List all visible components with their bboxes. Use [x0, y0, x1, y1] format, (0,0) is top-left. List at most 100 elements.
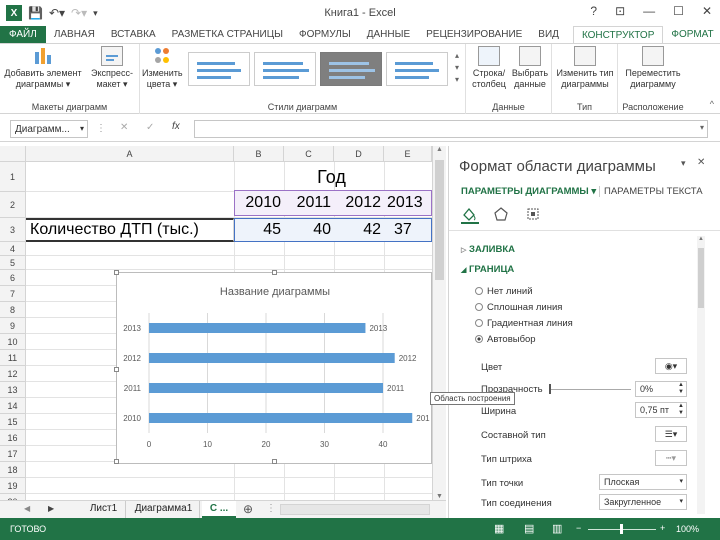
tab-review[interactable]: РЕЦЕНЗИРОВАНИЕ: [418, 26, 530, 43]
formula-input[interactable]: [194, 120, 708, 138]
row-label-cell[interactable]: Количество ДТП (тыс.): [26, 218, 234, 242]
tab-formulas[interactable]: ФОРМУЛЫ: [291, 26, 359, 43]
row-header[interactable]: 10: [0, 334, 26, 350]
next-sheet-icon[interactable]: ▶: [48, 504, 54, 513]
value-cell[interactable]: 40: [284, 218, 334, 242]
bar[interactable]: [149, 383, 383, 393]
normal-view-icon[interactable]: ▦: [494, 522, 504, 535]
zoom-slider-thumb[interactable]: [620, 524, 623, 534]
sheet-tab-active[interactable]: С ...: [202, 501, 236, 518]
width-input[interactable]: 0,75 пт ▲ ▼: [635, 402, 687, 418]
row-header[interactable]: 1: [0, 162, 26, 192]
quick-layout-button[interactable]: Экспресс-макет ▾: [86, 46, 138, 90]
column-header-d[interactable]: D: [334, 146, 384, 162]
row-header[interactable]: 13: [0, 382, 26, 398]
pane-scrollbar[interactable]: ▲: [697, 236, 705, 514]
chart-style-1[interactable]: [188, 52, 250, 86]
resize-handle[interactable]: [114, 270, 119, 275]
row-header[interactable]: 8: [0, 302, 26, 318]
vertical-scrollbar[interactable]: ▲ ▼: [432, 146, 446, 500]
row-header[interactable]: 6: [0, 270, 26, 286]
sheet-tab-list1[interactable]: Лист1: [82, 501, 126, 518]
zoom-in-icon[interactable]: +: [660, 523, 665, 533]
row-header[interactable]: 12: [0, 366, 26, 382]
restore-button[interactable]: ☐: [673, 4, 684, 18]
radio-no-line[interactable]: Нет линий: [475, 286, 533, 297]
page-layout-view-icon[interactable]: ▤: [524, 522, 534, 535]
color-picker-button[interactable]: ◉▾: [655, 358, 687, 374]
cap-type-select[interactable]: Плоская ▾: [599, 474, 687, 490]
tab-format[interactable]: ФОРМАТ: [663, 26, 720, 43]
tab-file[interactable]: ФАЙЛ: [0, 26, 46, 43]
pane-options-icon[interactable]: ▾: [681, 158, 686, 169]
styles-scroll[interactable]: ▴ ▾ ▾: [452, 50, 462, 88]
row-header[interactable]: 17: [0, 446, 26, 462]
dash-type-button[interactable]: ┅▾: [655, 450, 687, 466]
tab-view[interactable]: ВИД: [530, 26, 567, 43]
tab-home[interactable]: ЛАВНАЯ: [46, 26, 103, 43]
pane-close-button[interactable]: ✕: [697, 157, 705, 168]
select-all-corner[interactable]: [0, 146, 26, 162]
column-header-a[interactable]: A: [26, 146, 234, 162]
tab-page-layout[interactable]: РАЗМЕТКА СТРАНИЦЫ: [164, 26, 291, 43]
resize-handle[interactable]: [272, 270, 277, 275]
resize-handle[interactable]: [114, 459, 119, 464]
radio-solid-line[interactable]: Сплошная линия: [475, 302, 562, 313]
section-fill[interactable]: ▷ ЗАЛИВКА: [461, 244, 515, 255]
transparency-slider-thumb[interactable]: [549, 384, 551, 394]
select-data-button[interactable]: Выбрать данные: [510, 46, 550, 90]
row-header[interactable]: 16: [0, 430, 26, 446]
tab-data[interactable]: ДАННЫЕ: [359, 26, 418, 43]
resize-handle[interactable]: [272, 459, 277, 464]
row-header[interactable]: 3: [0, 218, 26, 242]
close-button[interactable]: ✕: [702, 4, 712, 18]
switch-row-column-button[interactable]: Строка/столбец: [470, 46, 508, 90]
row-header[interactable]: 5: [0, 256, 26, 270]
row-header[interactable]: 2: [0, 192, 26, 218]
name-box[interactable]: Диаграмм... ▾: [10, 120, 88, 138]
move-chart-button[interactable]: Переместить диаграмму: [620, 46, 686, 90]
bar[interactable]: [149, 323, 366, 333]
year-cell[interactable]: 2012: [334, 192, 384, 214]
collapse-ribbon-icon[interactable]: ^: [710, 99, 714, 109]
row-header[interactable]: 11: [0, 350, 26, 366]
bar-chart[interactable]: Название диаграммы 2013 2012 2011 201 0 10 20…: [117, 273, 433, 465]
bar[interactable]: [149, 353, 395, 363]
help-button[interactable]: ?: [590, 4, 597, 18]
chart-bars[interactable]: 2013 2012 2011 201: [149, 323, 430, 423]
join-type-select[interactable]: Закругленное ▾: [599, 494, 687, 510]
add-sheet-icon[interactable]: ⊕: [243, 502, 253, 516]
year-cell[interactable]: 2010: [234, 192, 284, 214]
row-header[interactable]: 9: [0, 318, 26, 334]
minimize-button[interactable]: —: [643, 4, 655, 18]
bar[interactable]: [149, 413, 413, 423]
size-properties-icon[interactable]: [525, 206, 543, 224]
chart-style-4[interactable]: [386, 52, 448, 86]
value-cell[interactable]: 42: [334, 218, 384, 242]
radio-gradient-line[interactable]: Градиентная линия: [475, 318, 573, 329]
name-box-dropdown-icon[interactable]: ▾: [80, 124, 84, 133]
row-header[interactable]: 15: [0, 414, 26, 430]
scroll-thumb[interactable]: [435, 160, 444, 280]
radio-automatic[interactable]: Автовыбор: [475, 334, 536, 345]
chart-style-3[interactable]: [320, 52, 382, 86]
sheet-tab-chart1[interactable]: Диаграмма1: [128, 501, 200, 518]
prev-sheet-icon[interactable]: ◀: [24, 504, 30, 513]
tab-text-options[interactable]: ПАРАМЕТРЫ ТЕКСТА: [599, 186, 703, 197]
tab-chart-options[interactable]: ПАРАМЕТРЫ ДИАГРАММЫ ▾: [461, 186, 596, 197]
value-cell[interactable]: 45: [234, 218, 284, 242]
column-header-b[interactable]: B: [234, 146, 284, 162]
resize-handle[interactable]: [114, 367, 119, 372]
change-chart-type-button[interactable]: Изменить тип диаграммы: [554, 46, 616, 90]
zoom-out-icon[interactable]: −: [576, 523, 581, 533]
year-cell[interactable]: 2013: [384, 192, 432, 214]
section-border[interactable]: ◢ ГРАНИЦА: [461, 264, 514, 275]
compound-type-button[interactable]: ☰▾: [655, 426, 687, 442]
ribbon-display-options-button[interactable]: ⊡: [615, 4, 625, 18]
value-cell[interactable]: 37: [384, 218, 432, 242]
column-header-e[interactable]: E: [384, 146, 432, 162]
pane-scroll-thumb[interactable]: [698, 248, 704, 308]
row-header[interactable]: 14: [0, 398, 26, 414]
row-header[interactable]: 19: [0, 478, 26, 494]
row-header[interactable]: 18: [0, 462, 26, 478]
